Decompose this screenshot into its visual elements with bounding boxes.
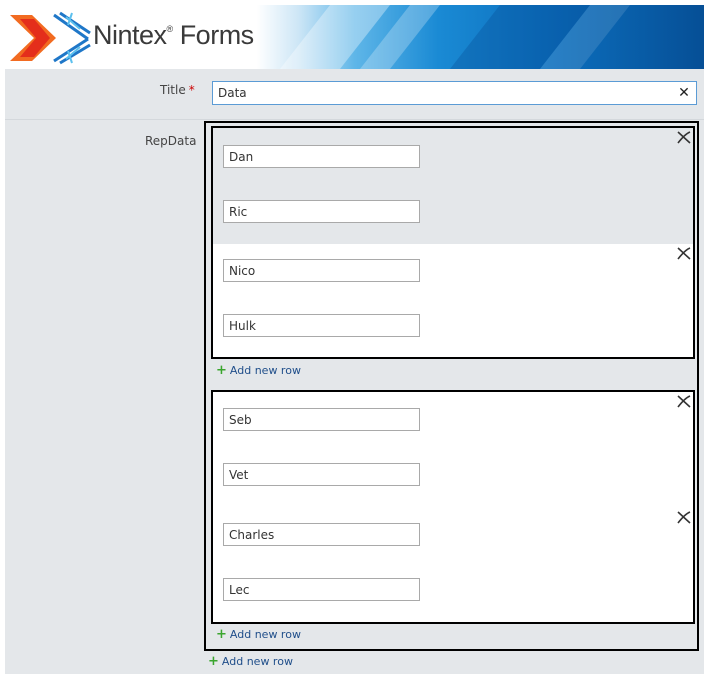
add-new-row-link[interactable]: + Add new row — [216, 363, 301, 378]
text-field[interactable]: Ric — [223, 200, 420, 223]
text-field[interactable]: Charles — [223, 523, 420, 546]
delete-row-icon[interactable] — [675, 392, 693, 410]
delete-row-icon[interactable] — [675, 244, 693, 262]
plus-icon: + — [216, 363, 227, 378]
brand-name: Nintex® Forms — [93, 20, 254, 50]
delete-row-icon[interactable] — [675, 508, 693, 526]
repeating-row: Dan Ric — [213, 128, 693, 244]
text-field[interactable]: Vet — [223, 463, 420, 486]
add-new-row-link[interactable]: + Add new row — [216, 627, 301, 642]
row-divider — [5, 119, 704, 120]
add-new-row-link[interactable]: + Add new row — [208, 654, 293, 669]
text-field[interactable]: Hulk — [223, 314, 420, 337]
repeating-row: Charles Lec — [213, 508, 693, 622]
delete-row-icon[interactable] — [675, 128, 693, 146]
plus-icon: + — [216, 627, 227, 642]
text-field[interactable]: Dan — [223, 145, 420, 168]
required-marker: * — [188, 83, 195, 97]
title-label: Title * — [160, 83, 195, 97]
plus-icon: + — [208, 654, 219, 669]
nintex-logo-icon — [10, 11, 91, 65]
header-banner: Nintex® Forms — [5, 5, 704, 69]
outer-repeating-section: Dan Ric Nico Hulk + Add new row Seb Vet C… — [204, 121, 699, 651]
clear-icon[interactable]: ✕ — [674, 83, 694, 103]
inner-repeating-section: Seb Vet Charles Lec — [211, 390, 695, 624]
text-field[interactable]: Nico — [223, 259, 420, 282]
text-field[interactable]: Seb — [223, 408, 420, 431]
text-field[interactable]: Lec — [223, 578, 420, 601]
inner-repeating-section: Dan Ric Nico Hulk — [211, 126, 695, 359]
repdata-label: RepData — [145, 134, 197, 148]
repeating-row: Seb Vet — [213, 392, 693, 508]
title-input[interactable] — [212, 81, 697, 105]
repeating-row: Nico Hulk — [213, 244, 693, 357]
